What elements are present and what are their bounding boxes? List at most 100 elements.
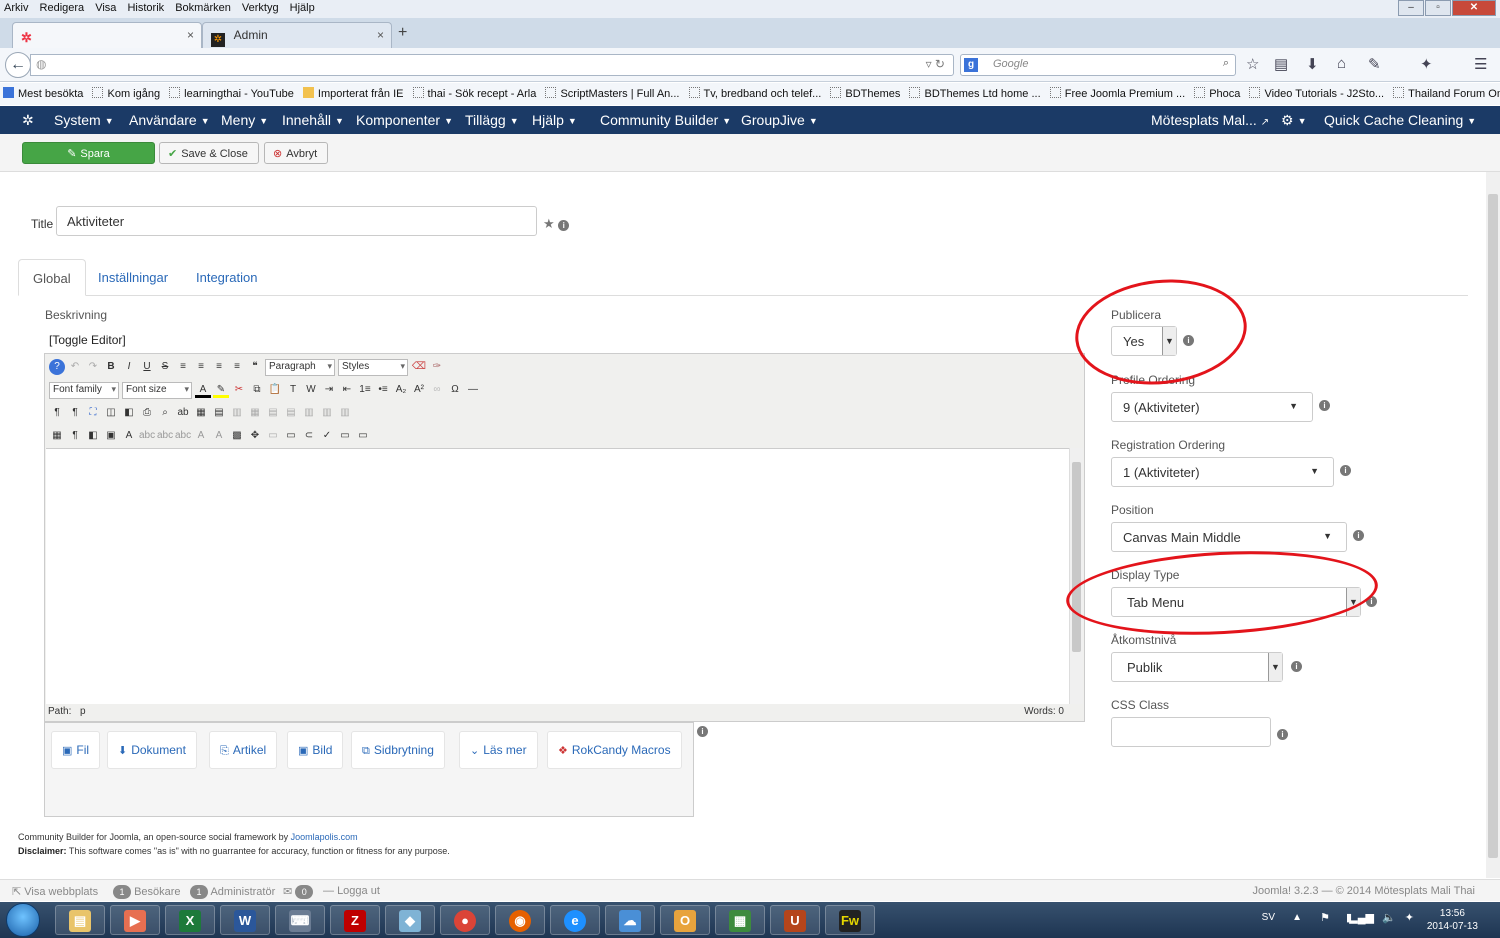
font-size-select[interactable]: Font size — [122, 381, 192, 399]
profile-ordering-select[interactable]: 9 (Aktiviteter) ▼ — [1111, 392, 1313, 422]
insert-table-icon[interactable]: ▦ — [193, 405, 209, 421]
nonbreaking-icon[interactable]: ⊂ — [301, 428, 317, 444]
search-icon[interactable]: ⌕ — [1223, 57, 1229, 70]
logout-link[interactable]: — Logga ut — [323, 885, 380, 897]
keyboard-taskbar-icon[interactable]: ⌨ — [275, 905, 325, 935]
project-taskbar-icon[interactable]: ▦ — [715, 905, 765, 935]
nav-groupjive[interactable]: GroupJive ▼ — [741, 112, 818, 128]
close-window-button[interactable]: ✕ — [1452, 0, 1496, 16]
bullet-list-icon[interactable]: •≡ — [375, 382, 391, 398]
align-right-icon[interactable]: ≡ — [211, 359, 227, 375]
css-class-input[interactable] — [1111, 717, 1271, 747]
browser-tab-1[interactable]: ✲ × — [12, 22, 202, 48]
spellcheck-icon[interactable]: ✓ — [319, 428, 335, 444]
del-icon[interactable]: A — [193, 428, 209, 444]
nav-quick-cache[interactable]: Quick Cache Cleaning ▼ — [1324, 112, 1476, 128]
blockquote-icon[interactable]: ❝ — [247, 359, 263, 375]
publicera-select[interactable]: Yes ▼ — [1111, 326, 1177, 356]
bild-button[interactable]: ▣ Bild — [287, 731, 344, 769]
move-icon[interactable]: ✥ — [247, 428, 263, 444]
nav-komponenter[interactable]: Komponenter ▼ — [356, 112, 453, 128]
messages-status[interactable]: ✉ 0 — [283, 885, 314, 899]
bold-icon[interactable]: B — [103, 359, 119, 375]
bookmark-star-icon[interactable]: ☆ — [1246, 55, 1259, 73]
link-icon[interactable]: ∞ — [429, 382, 445, 398]
paste-word-icon[interactable]: W — [303, 382, 319, 398]
image-icon[interactable]: ▩ — [229, 428, 245, 444]
clock[interactable]: 13:56 2014-07-13 — [1427, 907, 1478, 933]
ins-icon[interactable]: A — [211, 428, 227, 444]
cell-props-icon[interactable]: ▦ — [247, 405, 263, 421]
flag-icon[interactable]: ⚑ — [1320, 911, 1330, 924]
outlook-taskbar-icon[interactable]: O — [660, 905, 710, 935]
fireworks-taskbar-icon[interactable]: Fw — [825, 905, 875, 935]
new-tab-icon[interactable]: + — [398, 24, 407, 42]
abbr-icon[interactable]: abc — [139, 428, 155, 444]
reload-icon[interactable]: ▿ ↻ — [926, 57, 945, 71]
chrome-taskbar-icon[interactable]: ● — [440, 905, 490, 935]
excel-taskbar-icon[interactable]: X — [165, 905, 215, 935]
language-indicator[interactable]: SV — [1262, 912, 1275, 923]
nav-meny[interactable]: Meny ▼ — [221, 112, 268, 128]
firefox-taskbar-icon[interactable]: ◉ — [495, 905, 545, 935]
menu-arkiv[interactable]: Arkiv — [0, 0, 32, 16]
browser-tab-admin[interactable]: ✲ Admin × — [202, 22, 392, 48]
bookmark-item[interactable]: Kom igång — [89, 83, 163, 100]
row-before-icon[interactable]: ▤ — [265, 405, 281, 421]
align-justify-icon[interactable]: ≡ — [229, 359, 245, 375]
indent-icon[interactable]: ⇥ — [321, 382, 337, 398]
editor-content-area[interactable] — [46, 448, 1070, 704]
fullscreen-icon[interactable]: ⛶ — [85, 405, 101, 421]
redo-icon[interactable]: ↷ — [85, 359, 101, 375]
delete-col-icon[interactable]: ▥ — [337, 405, 353, 421]
font-family-select[interactable]: Font family — [49, 381, 119, 399]
bookmark-item[interactable]: learningthai - YouTube — [166, 83, 297, 100]
ltr-icon[interactable]: ¶ — [49, 405, 65, 421]
home-icon[interactable]: ⌂ — [1337, 55, 1346, 72]
onedrive-taskbar-icon[interactable]: ☁ — [605, 905, 655, 935]
special-char-icon[interactable]: Ω — [447, 382, 463, 398]
maximize-button[interactable]: ▫ — [1425, 0, 1451, 16]
menu-verktyg[interactable]: Verktyg — [238, 0, 283, 16]
tab-global[interactable]: Global — [18, 259, 86, 296]
pagebreak-icon[interactable]: ▭ — [283, 428, 299, 444]
menu-visa[interactable]: Visa — [91, 0, 120, 16]
back-arrow-icon[interactable]: ← — [5, 52, 31, 78]
table-props-icon[interactable]: ▤ — [211, 405, 227, 421]
media-icon[interactable]: ▣ — [103, 428, 119, 444]
cite-icon[interactable]: abc — [175, 428, 191, 444]
tray-expand-icon[interactable]: ▲ — [1292, 912, 1302, 923]
row-after-icon[interactable]: ▤ — [283, 405, 299, 421]
bookmark-item[interactable]: Phoca — [1191, 83, 1243, 100]
print-icon[interactable]: ⎙ — [139, 405, 155, 421]
paste-text-icon[interactable]: T — [285, 382, 301, 398]
acronym-icon[interactable]: abc — [157, 428, 173, 444]
minimize-button[interactable]: – — [1398, 0, 1424, 16]
bookmark-item[interactable]: ScriptMasters | Full An... — [542, 83, 682, 100]
url-input[interactable]: ◍ ▿ ↻ — [30, 54, 954, 76]
cut-icon[interactable]: ✂ — [231, 382, 247, 398]
rtl-icon[interactable]: ¶ — [67, 405, 83, 421]
joomlapolis-link[interactable]: Joomlapolis.com — [291, 832, 358, 842]
preview-icon[interactable]: ◫ — [103, 405, 119, 421]
italic-icon[interactable]: I — [121, 359, 137, 375]
menu-redigera[interactable]: Redigera — [36, 0, 89, 16]
bookmark-folder[interactable]: Importerat från IE — [300, 83, 407, 100]
explorer-taskbar-icon[interactable]: ▤ — [55, 905, 105, 935]
signal-icon[interactable]: ▂▄▆ — [1349, 911, 1374, 924]
toggle-editor-link[interactable]: [Toggle Editor] — [49, 333, 126, 347]
align-left-icon[interactable]: ≡ — [175, 359, 191, 375]
styles-select[interactable]: Styles — [338, 358, 408, 376]
display-type-select[interactable]: Tab Menu ▼ — [1111, 587, 1361, 617]
nav-system[interactable]: System ▼ — [54, 112, 114, 128]
superscript-icon[interactable]: A² — [411, 382, 427, 398]
numbered-list-icon[interactable]: 1≡ — [357, 382, 373, 398]
bookmark-item[interactable]: Video Tutorials - J2Sto... — [1246, 83, 1387, 100]
bookmarks-list-icon[interactable]: ▤ — [1274, 55, 1288, 73]
bookmark-item[interactable]: BDThemes — [827, 83, 903, 100]
text-color-icon[interactable]: A — [195, 382, 211, 398]
bookmark-item[interactable]: Mest besökta — [0, 83, 86, 100]
app-taskbar-icon[interactable]: ◆ — [385, 905, 435, 935]
volume-icon[interactable]: 🔈 — [1382, 911, 1396, 924]
nav-hjalp[interactable]: Hjälp ▼ — [532, 112, 577, 128]
